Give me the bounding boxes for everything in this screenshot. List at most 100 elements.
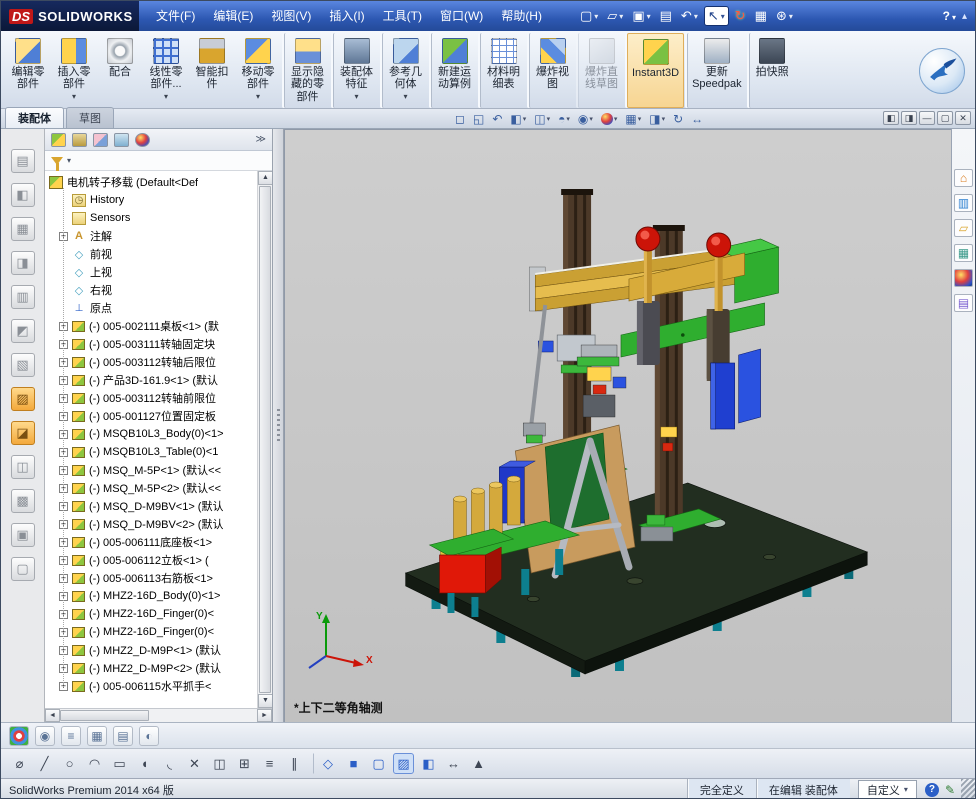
expand-toggle[interactable]: + [59, 412, 68, 421]
dock-tool-button-13[interactable]: ▢ [11, 557, 35, 581]
tree-item[interactable]: 右视 [55, 281, 272, 299]
section-view-button[interactable]: ◧ [508, 110, 528, 127]
panel-splitter[interactable] [273, 129, 284, 722]
tree-item[interactable]: + (-) 005-001127位置固定板 [55, 407, 272, 425]
scrollbar-thumb[interactable] [60, 710, 149, 721]
rectangle-button[interactable]: ▭ [109, 753, 130, 774]
tree-item[interactable]: + (-) MHZ2_D-M9P<1> (默认 [55, 641, 272, 659]
tree-root-item[interactable]: 电机转子移载 (Default<Def [45, 173, 272, 191]
rebuild-button[interactable]: ↻ [732, 6, 749, 26]
menu-item[interactable]: 插入(I) [320, 1, 373, 31]
tree-item[interactable]: + (-) 005-002111桌板<1> (默 [55, 317, 272, 335]
restore-button[interactable]: ▢ [937, 111, 953, 125]
propertymanager-tab[interactable] [72, 133, 87, 147]
tree-item[interactable]: + (-) 005-006113右筋板<1> [55, 569, 272, 587]
dock-tool-button-4[interactable]: ◨ [11, 251, 35, 275]
update-speedpak-button[interactable]: 更新 Speedpak [687, 33, 746, 108]
expand-toggle[interactable]: + [59, 628, 68, 637]
pane-left-button[interactable]: ◧ [883, 111, 899, 125]
tree-item[interactable]: + (-) MHZ2_D-M9P<2> (默认 [55, 659, 272, 677]
tree-item[interactable]: + (-) MHZ2-16D_Finger(0)< [55, 605, 272, 623]
undo-button[interactable]: ↶ [678, 6, 701, 26]
tree-item[interactable]: 上视 [55, 263, 272, 281]
design-library-tab[interactable]: ▥ [954, 194, 973, 212]
tree-item[interactable]: + (-) 005-003112转轴后限位 [55, 353, 272, 371]
expand-toggle[interactable]: + [59, 358, 68, 367]
menu-item[interactable]: 文件(F) [147, 1, 204, 31]
minimize-button[interactable]: — [919, 111, 935, 125]
rotate-view-button[interactable]: ↻ [671, 110, 685, 127]
model-sensor-red[interactable] [663, 443, 673, 451]
expand-toggle[interactable]: + [59, 610, 68, 619]
tree-item[interactable]: + (-) MSQ_M-5P<2> (默认<< [55, 479, 272, 497]
take-snapshot-button[interactable]: 拍快照 [749, 33, 795, 108]
menu-item[interactable]: 视图(V) [262, 1, 320, 31]
expand-toggle[interactable]: + [59, 484, 68, 493]
configurationmanager-tab[interactable] [93, 133, 108, 147]
grid-snap-button[interactable]: ▦ [87, 726, 107, 746]
selection-filter-button[interactable]: ≡ [61, 726, 81, 746]
tree-item[interactable]: + (-) 005-006112立板<1> ( [55, 551, 272, 569]
tree-item[interactable]: + (-) MSQ_D-M9BV<2> (默认 [55, 515, 272, 533]
tree-horizontal-scrollbar[interactable]: ◄ ► [45, 708, 272, 722]
filter-funnel-icon[interactable] [51, 157, 63, 165]
lighting-button[interactable]: ◐ [139, 726, 159, 746]
view-orientation-button[interactable]: ◫ [532, 110, 552, 127]
tree-item[interactable]: + (-) MSQB10L3_Body(0)<1> [55, 425, 272, 443]
reference-geometry-button[interactable]: 参考几 何体 [382, 33, 428, 108]
status-help-icon[interactable]: ? [925, 783, 939, 797]
exploded-view-button[interactable]: 爆炸视 图 [529, 33, 575, 108]
mirror-button[interactable]: ◫ [209, 753, 230, 774]
planes-display-button[interactable]: ▤ [113, 726, 133, 746]
save-button[interactable]: ▣ [629, 6, 653, 26]
tree-item[interactable]: + (-) 005-006115水平抓手< [55, 677, 272, 695]
resize-grip[interactable] [961, 779, 975, 799]
displaymanager-tab[interactable] [135, 133, 150, 147]
magnified-selection-button[interactable]: ◉ [35, 726, 55, 746]
menu-item[interactable]: 窗口(W) [431, 1, 492, 31]
tree-item[interactable]: + (-) 005-006111底座板<1> [55, 533, 272, 551]
print-button[interactable]: ▤ [657, 6, 675, 26]
insert-component-button[interactable]: 插入零 部件 [51, 33, 97, 108]
smart-fasteners-button[interactable]: 智能扣 件 [189, 33, 235, 108]
select-button[interactable]: ↖ [704, 6, 729, 26]
trim-button[interactable]: ✕ [184, 753, 205, 774]
customize-dropdown[interactable]: 自定义 [858, 780, 917, 799]
arc-button[interactable]: ◠ [84, 753, 105, 774]
pane-right-button[interactable]: ◨ [901, 111, 917, 125]
appearances-tab[interactable] [954, 269, 973, 287]
menu-item[interactable]: 工具(T) [374, 1, 431, 31]
graphics-viewport[interactable]: Y X *上下二等角轴测 [284, 129, 951, 722]
tree-item[interactable]: 原点 [55, 299, 272, 317]
scrollbar-track[interactable] [60, 709, 257, 722]
model-sensor-yellow[interactable] [661, 427, 677, 437]
dimxpertmanager-tab[interactable] [114, 133, 129, 147]
tree-item[interactable]: History [55, 191, 272, 209]
menu-item[interactable]: 帮助(H) [492, 1, 551, 31]
expand-toggle[interactable]: + [59, 232, 68, 241]
help-icon[interactable]: ? [943, 9, 956, 23]
ellipse-button[interactable]: ◖ [134, 753, 155, 774]
edit-appearance-button[interactable] [599, 110, 620, 127]
dock-tool-button-8[interactable]: ▨ [11, 387, 35, 411]
dock-tool-button-1[interactable]: ▤ [11, 149, 35, 173]
mouse-gestures-button[interactable]: ◎ [9, 726, 29, 746]
expand-toggle[interactable]: + [59, 394, 68, 403]
open-button[interactable]: ▱ [604, 6, 626, 26]
dock-tool-button-7[interactable]: ▧ [11, 353, 35, 377]
expand-toggle[interactable]: + [59, 520, 68, 529]
expand-toggle[interactable]: + [59, 322, 68, 331]
scroll-left-icon[interactable]: ◄ [45, 709, 60, 722]
tree-item[interactable]: + (-) 产品3D-161.9<1> (默认 [55, 371, 272, 389]
move-component-button[interactable]: 移动零 部件 [235, 33, 281, 108]
tree-item[interactable]: + (-) MSQB10L3_Table(0)<1 [55, 443, 272, 461]
featuremanager-tree-tab[interactable] [51, 133, 66, 147]
view-palette-tab[interactable]: ▦ [954, 244, 973, 262]
expand-toggle[interactable]: + [59, 538, 68, 547]
expand-toggle[interactable]: + [59, 646, 68, 655]
mass-properties-button[interactable]: ▲ [468, 753, 489, 774]
apply-scene-button[interactable]: ▦ [623, 110, 643, 127]
filter-dropdown-icon[interactable]: ▾ [67, 156, 71, 165]
dock-tool-button-6[interactable]: ◩ [11, 319, 35, 343]
scroll-up-icon[interactable]: ▲ [258, 171, 272, 185]
